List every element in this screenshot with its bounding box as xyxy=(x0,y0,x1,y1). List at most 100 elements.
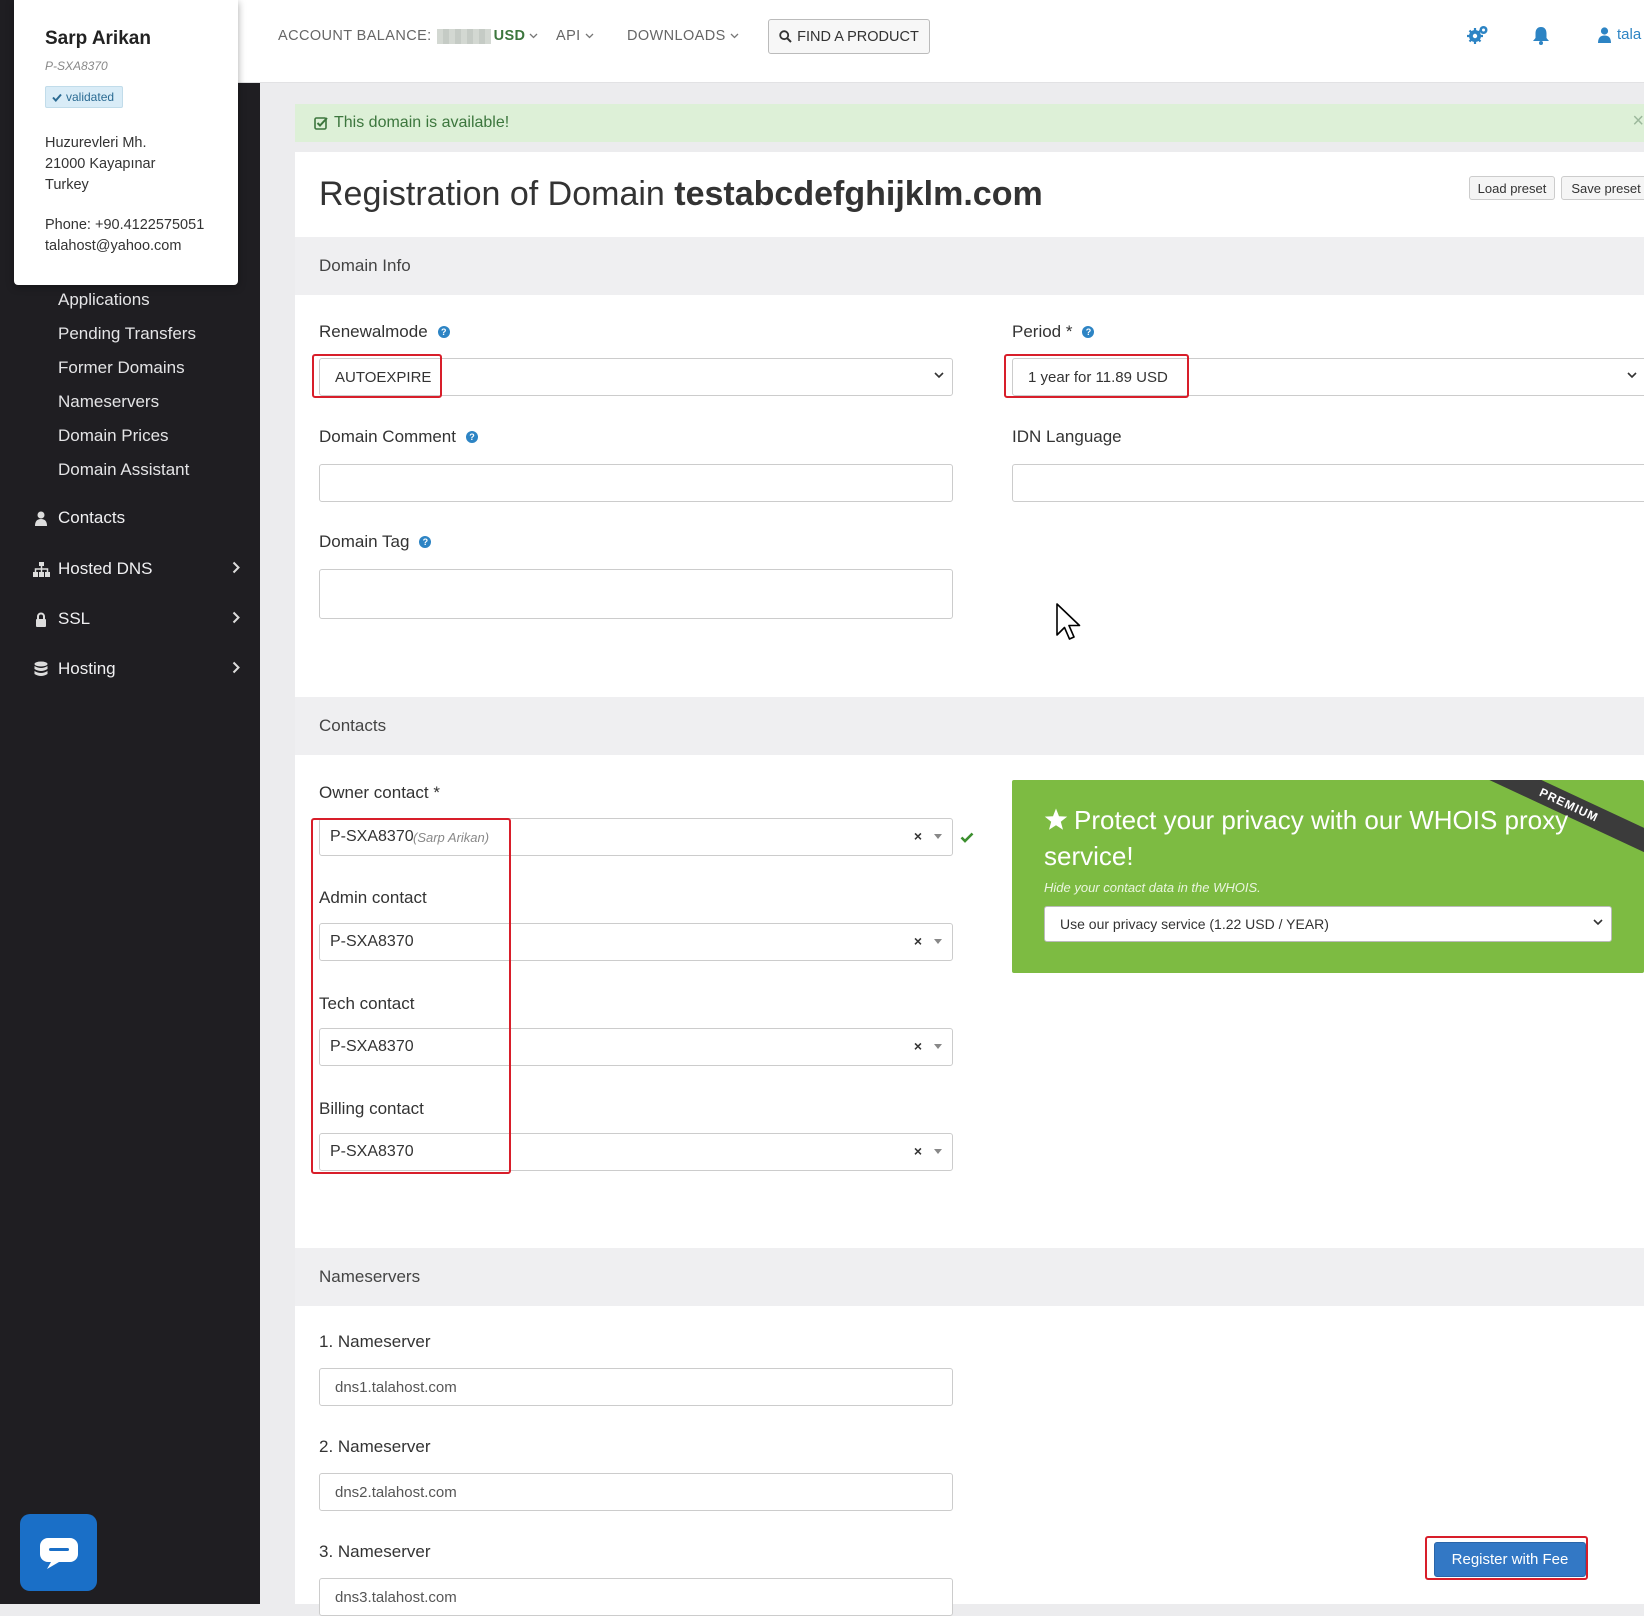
label-text: 1. Nameserver xyxy=(319,1332,431,1351)
billing-contact-select[interactable]: P-SXA8370 × xyxy=(319,1133,953,1171)
badge-label: validated xyxy=(66,90,115,104)
chevron-down-icon xyxy=(1593,919,1603,926)
sidebar-item-hosted-dns[interactable]: Hosted DNS xyxy=(32,555,244,583)
sidebar-item-ssl[interactable]: SSL xyxy=(32,605,244,633)
api-dropdown[interactable]: API xyxy=(556,28,594,44)
nameserver-2-input[interactable]: dns2.talahost.com xyxy=(319,1473,953,1511)
save-preset-button[interactable]: Save preset xyxy=(1561,176,1644,200)
admin-contact-label: Admin contact xyxy=(319,888,427,908)
clear-icon[interactable]: × xyxy=(914,933,922,949)
database-icon xyxy=(32,660,50,678)
sidebar-item-label: Hosted DNS xyxy=(58,559,153,578)
clear-icon[interactable]: × xyxy=(914,828,922,844)
chevron-down-icon xyxy=(585,33,594,39)
sidebar-item-domain-assistant[interactable]: Domain Assistant xyxy=(58,460,189,480)
owner-contact-value: P-SXA8370 xyxy=(330,828,414,845)
chevron-down-icon xyxy=(730,33,739,39)
account-balance-dropdown[interactable]: ACCOUNT BALANCE: USD xyxy=(278,28,538,44)
chevron-right-icon xyxy=(232,661,240,674)
idn-language-label: IDN Language xyxy=(1012,427,1122,447)
bell-icon[interactable] xyxy=(1532,26,1550,45)
dropdown-arrow-icon xyxy=(934,939,942,944)
renewalmode-select[interactable]: AUTOEXPIRE xyxy=(319,358,953,396)
username-label: tala xyxy=(1617,26,1642,43)
profile-phone: Phone: +90.4122575051 xyxy=(45,217,205,233)
tech-contact-select[interactable]: P-SXA8370 × xyxy=(319,1028,953,1066)
idn-language-input[interactable] xyxy=(1012,464,1644,502)
contacts-header: Contacts xyxy=(295,697,1644,755)
help-icon[interactable]: ? xyxy=(437,326,450,338)
alert-text: This domain is available! xyxy=(334,114,510,131)
page-title: Registration of Domain testabcdefghijklm… xyxy=(319,175,1043,214)
profile-address: Huzurevleri Mh. 21000 Kayapınar Turkey xyxy=(45,133,155,196)
admin-contact-value: P-SXA8370 xyxy=(330,933,414,950)
sidebar-item-nameservers[interactable]: Nameservers xyxy=(58,392,159,412)
sidebar-item-former-domains[interactable]: Former Domains xyxy=(58,358,185,378)
chat-button[interactable] xyxy=(20,1514,97,1591)
period-label: Period * ? xyxy=(1012,322,1095,342)
label-text: Domain Tag xyxy=(319,532,410,551)
promo-subtitle: Hide your contact data in the WHOIS. xyxy=(1044,880,1261,895)
label-text: 3. Nameserver xyxy=(319,1542,431,1561)
dropdown-arrow-icon xyxy=(934,1044,942,1049)
sidebar-item-pending-transfers[interactable]: Pending Transfers xyxy=(58,324,196,344)
admin-contact-select[interactable]: P-SXA8370 × xyxy=(319,923,953,961)
clear-icon[interactable]: × xyxy=(914,1038,922,1054)
domain-comment-input[interactable] xyxy=(319,464,953,502)
label-text: Tech contact xyxy=(319,994,415,1013)
chevron-down-icon xyxy=(934,372,944,379)
section-title: Domain Info xyxy=(319,256,411,275)
tech-contact-label: Tech contact xyxy=(319,994,414,1014)
search-icon xyxy=(779,30,792,43)
nameserver-3-input[interactable]: dns3.talahost.com xyxy=(319,1578,953,1616)
period-select[interactable]: 1 year for 11.89 USD xyxy=(1012,358,1644,396)
help-icon[interactable]: ? xyxy=(466,431,478,443)
page-title-prefix: Registration of Domain xyxy=(319,175,665,213)
sitemap-icon xyxy=(32,560,50,578)
nameserver-1-input[interactable]: dns1.talahost.com xyxy=(319,1368,953,1406)
chevron-right-icon xyxy=(232,561,240,574)
alert-close-button[interactable]: × xyxy=(1632,110,1644,133)
nameserver-1-label: 1. Nameserver xyxy=(319,1332,430,1352)
domain-tag-label: Domain Tag ? xyxy=(319,532,432,552)
domain-info-header: Domain Info xyxy=(295,237,1644,295)
api-label: API xyxy=(556,28,581,44)
label-text: Admin contact xyxy=(319,888,427,907)
find-product-button[interactable]: FIND A PRODUCT xyxy=(768,19,930,54)
section-title: Contacts xyxy=(319,716,387,735)
sidebar-item-domain-prices[interactable]: Domain Prices xyxy=(58,426,169,446)
page-title-domain: testabcdefghijklm.com xyxy=(674,175,1043,213)
profile-name: Sarp Arikan xyxy=(45,28,151,49)
owner-contact-select[interactable]: P-SXA8370 (Sarp Arikan) × xyxy=(319,818,953,856)
account-balance-label: ACCOUNT BALANCE: xyxy=(278,28,432,44)
address-line: 21000 Kayapınar xyxy=(45,156,156,172)
privacy-service-value: Use our privacy service (1.22 USD / YEAR… xyxy=(1060,916,1329,932)
settings-gears-icon[interactable] xyxy=(1467,25,1489,45)
privacy-service-select[interactable]: Use our privacy service (1.22 USD / YEAR… xyxy=(1044,906,1612,942)
find-product-label: FIND A PRODUCT xyxy=(797,28,919,45)
dropdown-arrow-icon xyxy=(934,1149,942,1154)
register-with-fee-button[interactable]: Register with Fee xyxy=(1434,1542,1586,1577)
help-icon[interactable]: ? xyxy=(419,536,432,548)
section-title: Nameservers xyxy=(319,1267,421,1286)
sidebar-item-label: SSL xyxy=(58,609,91,628)
load-preset-button[interactable]: Load preset xyxy=(1469,176,1555,200)
downloads-dropdown[interactable]: DOWNLOADS xyxy=(627,28,739,44)
sidebar-item-contacts[interactable]: Contacts xyxy=(32,504,244,532)
clear-icon[interactable]: × xyxy=(914,1143,922,1159)
nameserver-1-value: dns1.talahost.com xyxy=(335,1379,457,1396)
help-icon[interactable]: ? xyxy=(1082,326,1095,338)
renewalmode-label: Renewalmode ? xyxy=(319,322,450,342)
nameserver-2-value: dns2.talahost.com xyxy=(335,1484,457,1501)
nameservers-header: Nameservers xyxy=(295,1248,1644,1306)
downloads-label: DOWNLOADS xyxy=(627,28,726,44)
sidebar-item-hosting[interactable]: Hosting xyxy=(32,655,244,683)
label-text: Period * xyxy=(1012,322,1073,341)
sidebar-item-label: Contacts xyxy=(58,508,126,527)
domain-tag-input[interactable] xyxy=(319,569,953,619)
owner-contact-name: (Sarp Arikan) xyxy=(413,830,490,845)
chat-icon xyxy=(39,1536,79,1570)
sidebar-item-applications[interactable]: Applications xyxy=(58,290,150,310)
user-menu[interactable]: tala xyxy=(1598,26,1641,43)
profile-id: P-SXA8370 xyxy=(45,59,108,73)
